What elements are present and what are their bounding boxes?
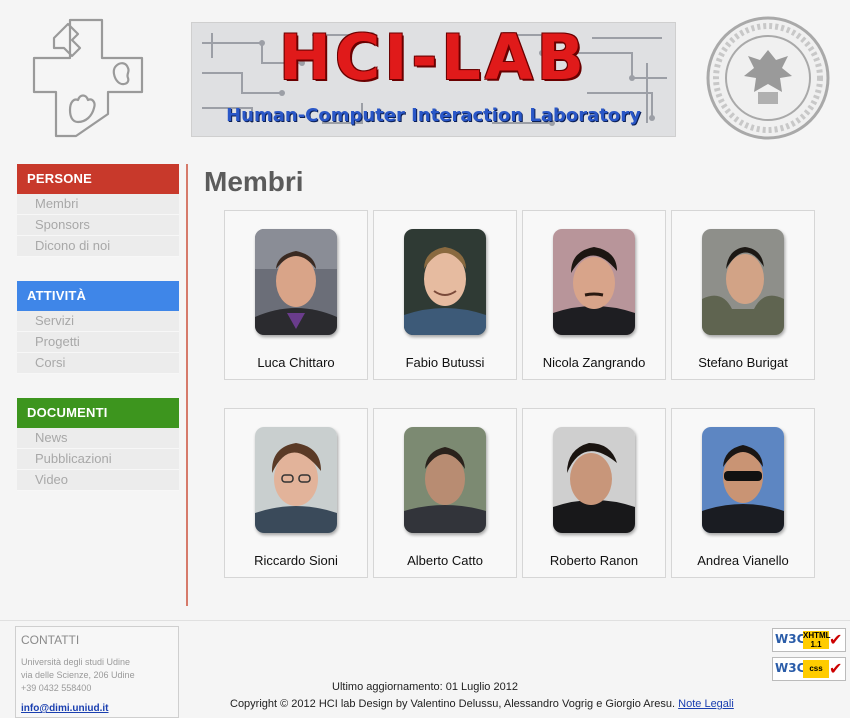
member-card[interactable]: Riccardo Sioni xyxy=(224,408,368,578)
contact-title: CONTATTI xyxy=(21,633,80,647)
portrait-photo-icon xyxy=(404,427,486,533)
copyright-text: Copyright © 2012 HCI lab Design by Valen… xyxy=(230,698,676,710)
menu-section-attivita: ATTIVITÀ Servizi Progetti Corsi xyxy=(17,281,179,374)
page-title: Membri xyxy=(204,166,304,197)
sidebar-item-video[interactable]: Video xyxy=(17,470,179,491)
contact-university: Università degli studi Udine xyxy=(21,657,131,667)
member-photo[interactable] xyxy=(404,229,486,335)
w3c-logo: W3C xyxy=(775,632,806,646)
member-name[interactable]: Roberto Ranon xyxy=(523,553,665,568)
member-photo[interactable] xyxy=(702,427,784,533)
menu-header-persone[interactable]: PERSONE xyxy=(17,164,179,194)
sidebar-item-pubblicazioni[interactable]: Pubblicazioni xyxy=(17,449,179,470)
member-card[interactable]: Andrea Vianello xyxy=(671,408,815,578)
sidebar-item-news[interactable]: News xyxy=(17,428,179,449)
portrait-photo-icon xyxy=(404,229,486,335)
contact-box: CONTATTI Università degli studi Udine vi… xyxy=(15,626,179,718)
contact-email-link[interactable]: info@dimi.uniud.it xyxy=(21,703,109,714)
member-card[interactable]: Luca Chittaro xyxy=(224,210,368,380)
member-photo[interactable] xyxy=(404,427,486,533)
content-divider xyxy=(186,164,188,606)
portrait-photo-icon xyxy=(553,427,635,533)
member-name[interactable]: Luca Chittaro xyxy=(225,355,367,370)
menu-header-documenti[interactable]: DOCUMENTI xyxy=(17,398,179,428)
copyright-line: Copyright © 2012 HCI lab Design by Valen… xyxy=(230,698,734,710)
menu-header-attivita[interactable]: ATTIVITÀ xyxy=(17,281,179,311)
contact-address: via delle Scienze, 206 Udine xyxy=(21,670,135,680)
banner-title: HCI-LAB xyxy=(279,22,588,94)
university-seal-icon[interactable] xyxy=(704,14,832,142)
site-header: HCI-LAB Human-Computer Interaction Labor… xyxy=(0,0,850,150)
banner-subtitle: Human-Computer Interaction Laboratory xyxy=(226,105,641,126)
xhtml-tag: XHTML 1.1 xyxy=(803,631,831,649)
portrait-photo-icon xyxy=(255,229,337,335)
portrait-photo-icon xyxy=(255,427,337,533)
sidebar-nav: PERSONE Membri Sponsors Dicono di noi AT… xyxy=(17,164,179,515)
member-name[interactable]: Andrea Vianello xyxy=(672,553,814,568)
portrait-photo-icon xyxy=(702,427,784,533)
member-card[interactable]: Roberto Ranon xyxy=(522,408,666,578)
w3c-logo: W3C xyxy=(775,661,806,675)
css-tag: css xyxy=(803,660,829,678)
member-photo[interactable] xyxy=(255,229,337,335)
member-name[interactable]: Stefano Burigat xyxy=(672,355,814,370)
sidebar-item-sponsors[interactable]: Sponsors xyxy=(17,215,179,236)
member-photo[interactable] xyxy=(255,427,337,533)
member-photo[interactable] xyxy=(702,229,784,335)
member-photo[interactable] xyxy=(553,427,635,533)
checkmark-icon: ✔ xyxy=(829,632,843,649)
member-name[interactable]: Riccardo Sioni xyxy=(225,553,367,568)
legal-notes-link[interactable]: Note Legali xyxy=(678,698,734,710)
member-name[interactable]: Fabio Butussi xyxy=(374,355,516,370)
portrait-photo-icon xyxy=(553,229,635,335)
member-card[interactable]: Stefano Burigat xyxy=(671,210,815,380)
sidebar-item-corsi[interactable]: Corsi xyxy=(17,353,179,374)
menu-section-documenti: DOCUMENTI News Pubblicazioni Video xyxy=(17,398,179,491)
member-card[interactable]: Fabio Butussi xyxy=(373,210,517,380)
last-updated: Ultimo aggiornamento: 01 Luglio 2012 xyxy=(332,681,518,693)
member-name[interactable]: Nicola Zangrando xyxy=(523,355,665,370)
member-card[interactable]: Nicola Zangrando xyxy=(522,210,666,380)
portrait-photo-icon xyxy=(702,229,784,335)
w3c-css-badge[interactable]: W3C css ✔ xyxy=(772,657,846,681)
menu-section-persone: PERSONE Membri Sponsors Dicono di noi xyxy=(17,164,179,257)
sidebar-item-servizi[interactable]: Servizi xyxy=(17,311,179,332)
checkmark-icon: ✔ xyxy=(829,661,843,678)
sidebar-item-dicono-di-noi[interactable]: Dicono di noi xyxy=(17,236,179,257)
hci-hands-logo-icon[interactable] xyxy=(30,14,160,142)
member-photo[interactable] xyxy=(553,229,635,335)
member-name[interactable]: Alberto Catto xyxy=(374,553,516,568)
sidebar-item-progetti[interactable]: Progetti xyxy=(17,332,179,353)
w3c-xhtml-badge[interactable]: W3C XHTML 1.1 ✔ xyxy=(772,628,846,652)
member-card[interactable]: Alberto Catto xyxy=(373,408,517,578)
footer-separator xyxy=(0,620,850,621)
hci-lab-banner[interactable]: HCI-LAB Human-Computer Interaction Labor… xyxy=(191,22,676,137)
sidebar-item-membri[interactable]: Membri xyxy=(17,194,179,215)
